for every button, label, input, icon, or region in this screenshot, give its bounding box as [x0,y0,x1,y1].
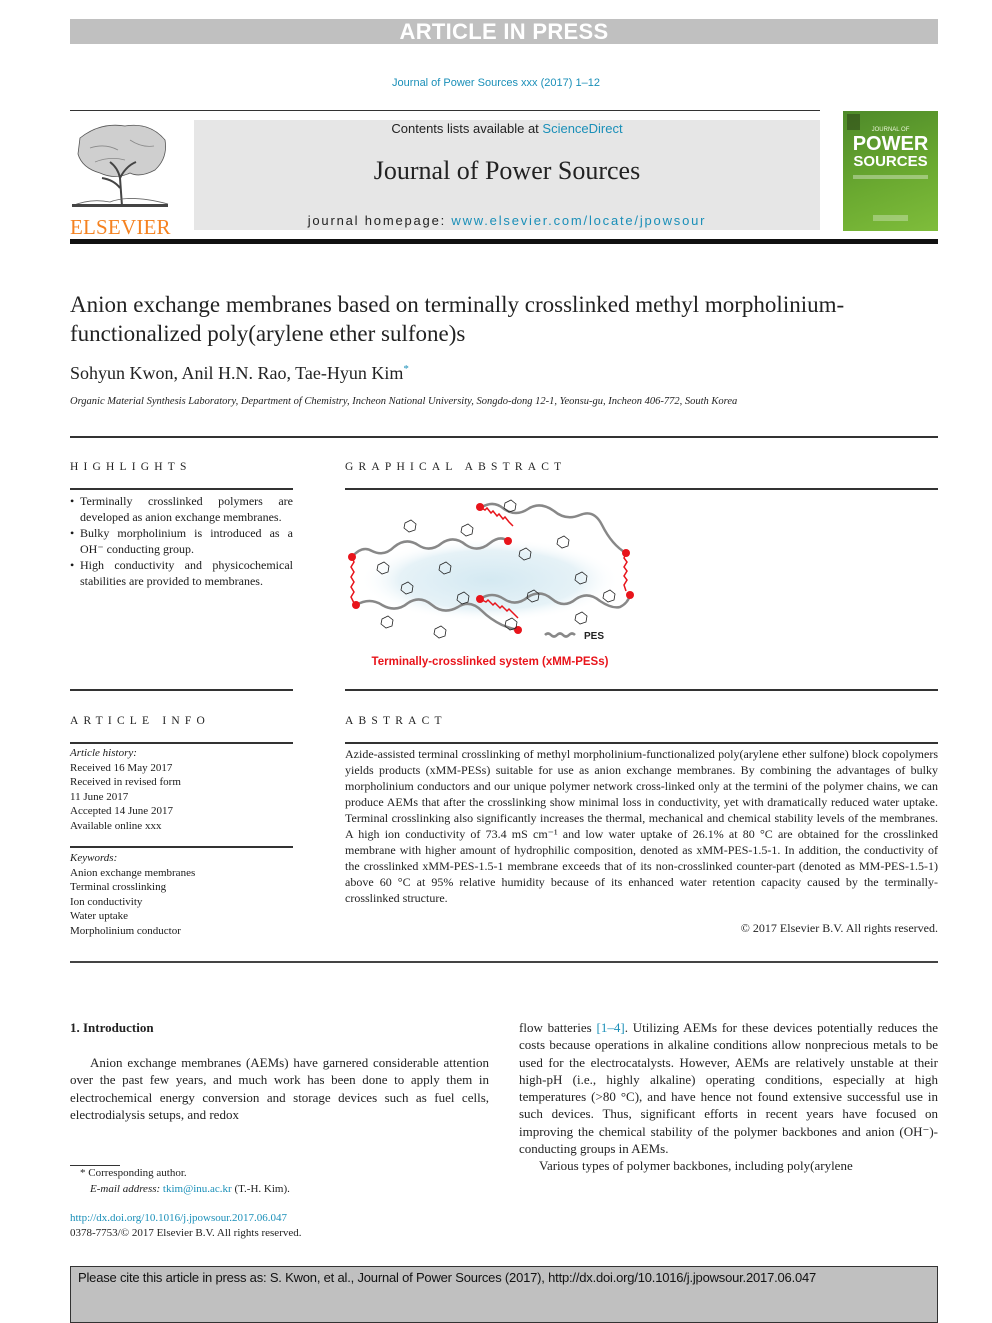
contents-prefix: Contents lists available at [391,121,543,136]
crosslink-segment [623,552,628,592]
keywords: Keywords: Anion exchange membranes Termi… [70,851,293,938]
highlights-rule [70,488,293,490]
cover-footer [873,215,908,221]
sciencedirect-link[interactable]: ScienceDirect [542,121,622,136]
history-label: Article history: [70,747,137,759]
article-history: Article history: Received 16 May 2017 Re… [70,746,293,833]
highlights-heading: HIGHLIGHTS [70,461,192,473]
keyword-item: Anion exchange membranes [70,866,196,879]
cover-tagline [853,175,928,179]
homepage-prefix: journal homepage: [307,213,452,228]
history-item: 11 June 2017 [70,790,129,803]
keyword-item: Morpholinium conductor [70,924,181,937]
highlights-list: Terminally crosslinked polymers are deve… [70,493,293,589]
front-matter-divider [70,961,938,963]
journal-name: Journal of Power Sources [373,156,641,185]
keywords-label: Keywords: [70,852,118,864]
intro-paragraph-2: Various types of polymer backbones, incl… [539,1158,853,1174]
reference-link[interactable]: [1–4] [597,1020,625,1035]
header-bottom-rule [70,239,938,244]
crosslink-node [476,595,484,603]
author-affiliation: Organic Material Synthesis Laboratory, D… [70,396,738,407]
contents-line: Contents lists available at ScienceDirec… [194,121,820,136]
body-column-right: flow batteries [1–4]. Utilizing AEMs for… [519,1019,938,1175]
morpholinium-ring [433,625,447,639]
hydrophilic-domain-shading [360,538,620,622]
crosslink-node [622,549,630,557]
graphical-abstract-caption: Terminally-crosslinked system (xMM-PESs) [372,656,609,668]
keyword-item: Terminal crosslinking [70,881,167,893]
crosslink-segment [350,556,356,606]
article-in-press-banner: ARTICLE IN PRESS [70,19,938,44]
history-item: Received 16 May 2017 [70,761,173,774]
journal-cover-image[interactable]: JOURNAL OF POWER SOURCES [843,111,938,231]
morpholinium-ring [574,611,588,625]
cite-this-article-box: Please cite this article in press as: S.… [70,1266,938,1323]
doi-block: http://dx.doi.org/10.1016/j.jpowsour.201… [70,1211,302,1241]
article-info-mid-rule [70,846,293,848]
text-run: . Utilizing AEMs for these devices poten… [519,1020,938,1157]
journal-citation-link[interactable]: Journal of Power Sources xxx (2017) 1–12 [0,77,992,89]
highlight-item: Bulky morpholinium is introduced as a OH… [70,525,293,557]
crosslink-node [514,626,522,634]
doi-link[interactable]: http://dx.doi.org/10.1016/j.jpowsour.201… [70,1211,302,1226]
elsevier-tree-icon [71,124,169,207]
graphical-abstract-heading: GRAPHICAL ABSTRACT [345,461,567,473]
email-suffix: (T.-H. Kim). [231,1182,290,1195]
section-heading-introduction: 1. Introduction [70,1020,154,1035]
article-info-rule [70,742,293,744]
abstract-text: Azide-assisted terminal crosslinking of … [345,747,938,905]
abstract-rule [345,742,938,744]
crosslink-node [476,503,484,511]
homepage-link[interactable]: www.elsevier.com/locate/jpowsour [451,213,706,228]
pes-legend-swatch [544,632,576,638]
issn-copyright: 0378-7753/© 2017 Elsevier B.V. All right… [70,1227,302,1239]
keyword-item: Ion conductivity [70,895,143,908]
abstract-copyright: © 2017 Elsevier B.V. All rights reserved… [740,921,938,935]
elsevier-wordmark: ELSEVIER [70,215,171,239]
email-label: E-mail address: [90,1182,163,1195]
footnotes: * Corresponding author. E-mail address: … [70,1166,290,1197]
highlight-item: High conductivity and physicochemical st… [70,557,293,589]
affiliation-divider [70,436,938,438]
body-column-left: Anion exchange membranes (AEMs) have gar… [70,1054,489,1123]
crosslink-node [352,601,360,609]
keyword-item: Water uptake [70,910,129,922]
history-item: Available online xxx [70,819,162,832]
cover-title-power: POWER [852,133,929,155]
elsevier-logo[interactable]: ELSEVIER [70,118,172,239]
graphical-abstract-rule [345,488,938,490]
corresponding-author-mark[interactable]: * [403,363,409,375]
journal-header-box: Contents lists available at ScienceDirec… [194,120,820,230]
graphical-abstract-figure[interactable]: PES Terminally-crosslinked system (xMM-P… [340,495,640,675]
email-link[interactable]: tkim@inu.ac.kr [163,1183,232,1195]
morpholinium-ring [380,615,394,629]
authors-text: Sohyun Kwon, Anil H.N. Rao, Tae-Hyun Kim [70,363,404,383]
graphical-abstract-bottom-rule [345,689,938,691]
highlight-item: Terminally crosslinked polymers are deve… [70,493,293,525]
author-list: Sohyun Kwon, Anil H.N. Rao, Tae-Hyun Kim… [70,363,409,384]
text-run: flow batteries [519,1020,597,1035]
corresponding-author-note: * Corresponding author. [80,1167,187,1179]
pes-legend-label: PES [584,631,604,642]
article-info-heading: ARTICLE INFO [70,715,210,727]
abstract-heading: ABSTRACT [345,715,447,727]
morpholinium-ring [460,523,474,537]
header-top-rule [70,110,820,111]
cite-text: Please cite this article in press as: S.… [78,1270,817,1285]
crosslink-segment [479,506,514,527]
intro-paragraph: Anion exchange membranes (AEMs) have gar… [70,1055,489,1122]
highlights-bottom-rule [70,689,293,691]
article-title: Anion exchange membranes based on termin… [70,292,845,346]
crosslink-node [348,553,356,561]
intro-paragraph-cont: flow batteries [1–4]. Utilizing AEMs for… [519,1020,938,1156]
history-item: Accepted 14 June 2017 [70,805,173,817]
journal-homepage-line: journal homepage: www.elsevier.com/locat… [194,213,820,228]
crosslink-node [504,537,512,545]
history-item: Received in revised form [70,776,181,788]
crosslink-node [626,591,634,599]
email-note: E-mail address: tkim@inu.ac.kr (T.-H. Ki… [70,1182,290,1198]
morpholinium-ring [403,519,417,533]
cover-title-sources: SOURCES [853,153,928,170]
